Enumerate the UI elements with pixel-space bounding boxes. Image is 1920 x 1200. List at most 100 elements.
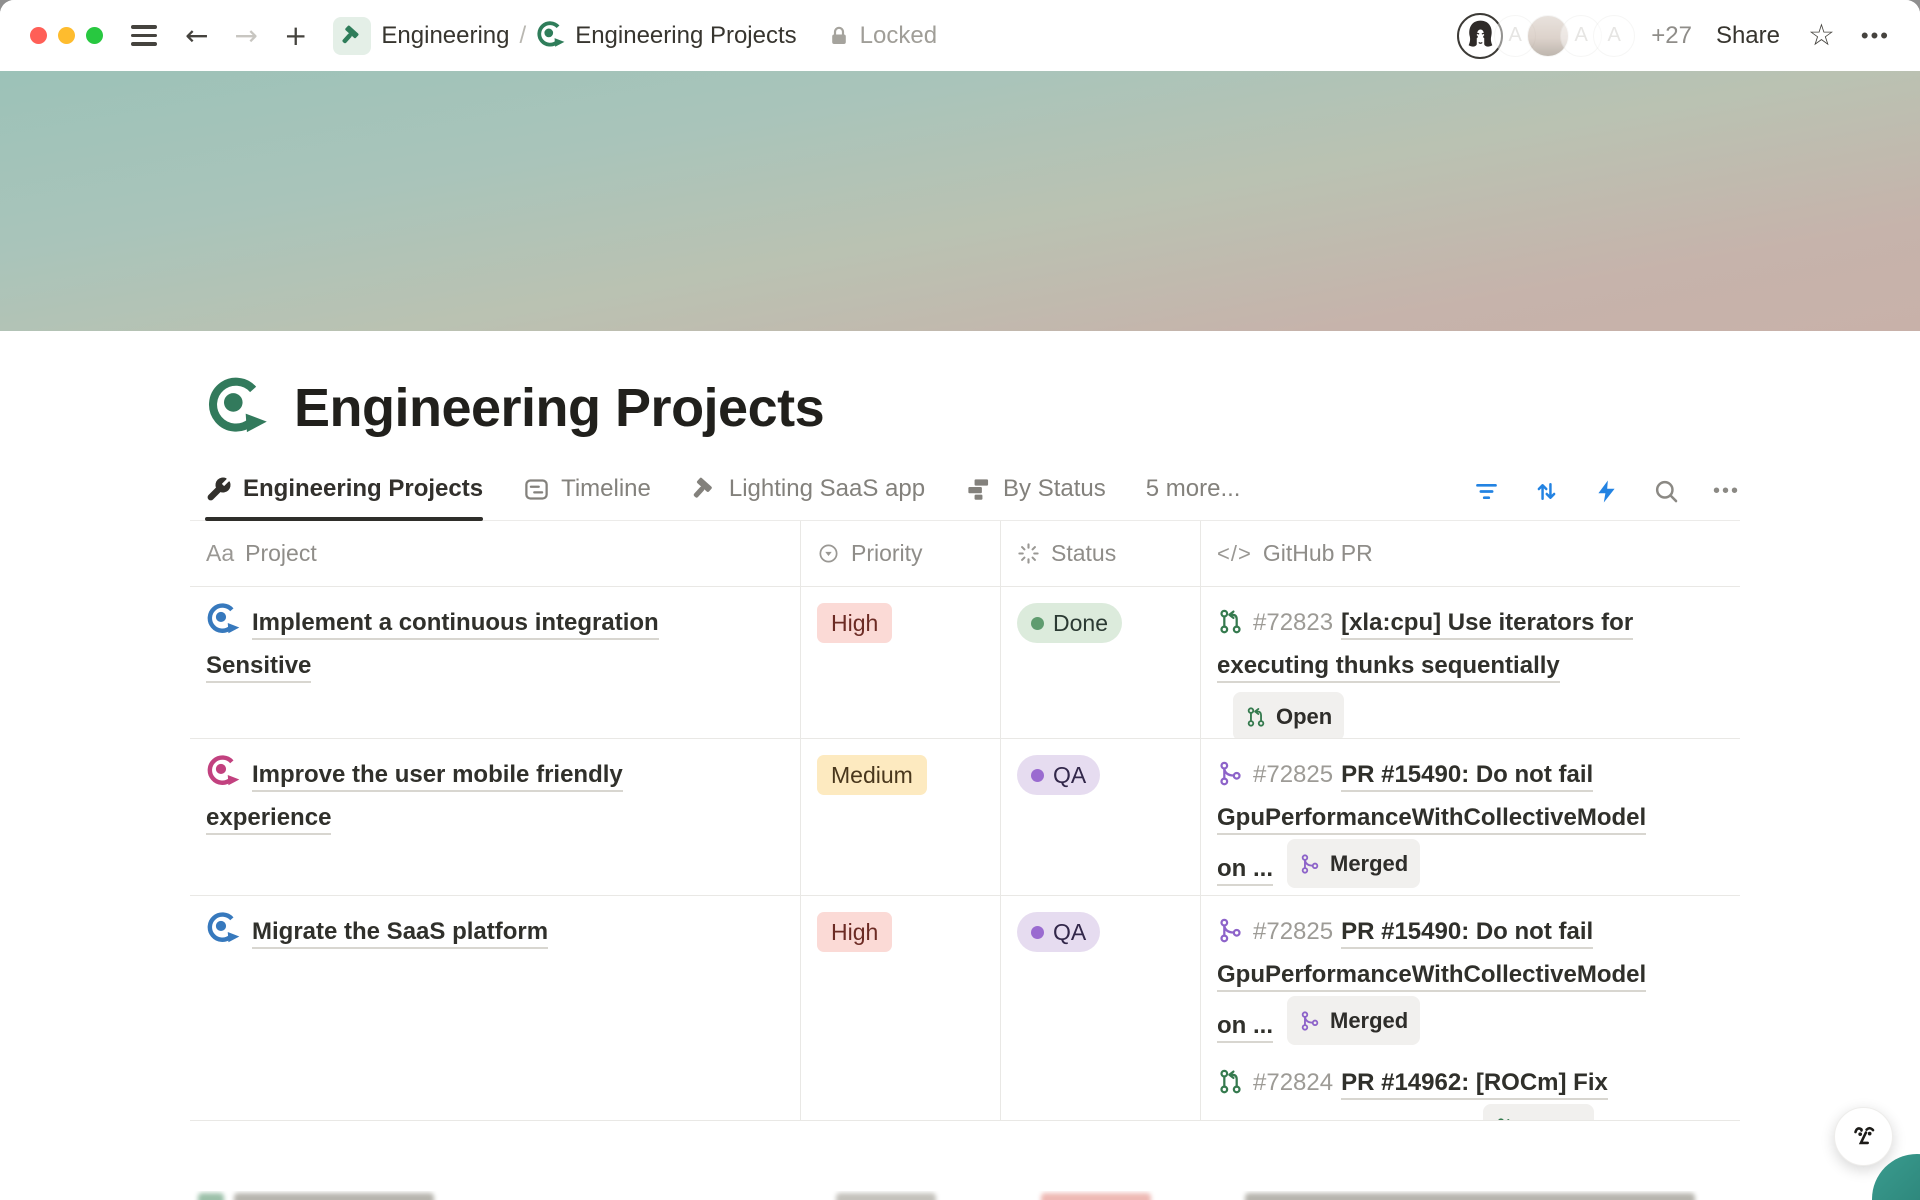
pr-link[interactable]: GpuPerformanceWithCollectiveModel xyxy=(1217,804,1646,835)
table-row: Migrate the SaaS platform High QA #72825… xyxy=(190,896,1740,1121)
search-icon[interactable] xyxy=(1653,478,1680,505)
pr-state-badge[interactable]: Merged xyxy=(1287,996,1420,1045)
page-header: Engineering Projects xyxy=(206,377,1740,439)
priority-tag: High xyxy=(817,912,892,952)
pr-merged-icon xyxy=(1299,853,1321,875)
table-more-icon[interactable]: ••• xyxy=(1713,480,1740,503)
priority-tag: Medium xyxy=(817,755,927,795)
pr-link[interactable]: on ... xyxy=(1217,855,1273,886)
github-pr-cell[interactable]: #72823[xla:cpu] Use iterators for execut… xyxy=(1200,587,1740,739)
status-dot xyxy=(1031,769,1044,782)
pr-link[interactable]: PR #15490: Do not fail xyxy=(1341,918,1593,949)
column-header-github-pr[interactable]: </> GitHub PR xyxy=(1200,521,1740,586)
automation-bolt-icon[interactable] xyxy=(1593,478,1620,505)
clipped-tag xyxy=(1041,1193,1151,1200)
teamspace-hammer-icon[interactable] xyxy=(333,17,371,55)
sort-icon[interactable] xyxy=(1533,478,1560,505)
column-header-status[interactable]: Status xyxy=(1000,521,1200,586)
view-tabs: Engineering Projects Timeline Lighting S… xyxy=(190,463,1740,521)
pr-merged-icon xyxy=(1217,915,1244,942)
tab-more-views[interactable]: 5 more... xyxy=(1146,463,1241,520)
avatar-overflow-count[interactable]: +27 xyxy=(1651,22,1692,50)
tab-label: Timeline xyxy=(561,475,651,503)
table-header-row: Aa Project Priority Status </> GitHub PR xyxy=(190,521,1740,587)
pr-merged-icon xyxy=(1299,1010,1321,1032)
pr-state-badge[interactable]: Open xyxy=(1233,692,1344,739)
forward-button[interactable]: → xyxy=(234,22,257,50)
tab-timeline[interactable]: Timeline xyxy=(523,463,651,520)
pr-open-icon xyxy=(1217,606,1244,633)
page-title[interactable]: Engineering Projects xyxy=(294,377,824,439)
board-icon xyxy=(965,476,992,503)
pr-open-icon xyxy=(1217,1066,1244,1093)
status-cell[interactable]: QA xyxy=(1000,739,1200,895)
notion-ai-button[interactable] xyxy=(1834,1107,1893,1166)
pr-link[interactable]: on ... xyxy=(1217,1012,1273,1043)
project-link[interactable]: Improve the user mobile friendly xyxy=(252,761,623,792)
status-dot xyxy=(1031,617,1044,630)
project-link[interactable]: Migrate the SaaS platform xyxy=(252,918,548,949)
page-cycle-icon[interactable] xyxy=(206,377,268,439)
hammer-icon xyxy=(691,476,718,503)
status-cell[interactable]: Done xyxy=(1000,587,1200,739)
tab-label: Engineering Projects xyxy=(243,475,483,503)
project-cycle-icon xyxy=(206,755,240,789)
new-page-button[interactable]: + xyxy=(284,22,307,50)
minimize-window-button[interactable] xyxy=(58,27,75,44)
priority-cell[interactable]: High xyxy=(800,896,1000,1121)
back-button[interactable]: ← xyxy=(185,22,208,50)
project-link[interactable]: Implement a continuous integration xyxy=(252,609,659,640)
column-header-priority[interactable]: Priority xyxy=(800,521,1000,586)
status-type-icon xyxy=(1017,542,1040,565)
zoom-window-button[interactable] xyxy=(86,27,103,44)
more-options-icon[interactable]: ••• xyxy=(1861,23,1890,49)
avatar-stack: A A A xyxy=(1457,13,1635,59)
filter-icon[interactable] xyxy=(1473,478,1500,505)
column-header-project[interactable]: Aa Project xyxy=(190,521,800,586)
pr-link[interactable]: executing thunks sequentially xyxy=(1217,652,1560,683)
column-label: Project xyxy=(245,540,317,567)
pr-link[interactable]: PR #14962: [ROCm] Fix xyxy=(1341,1069,1608,1100)
toolbar-right: A A A +27 Share ☆ ••• xyxy=(1457,13,1890,59)
column-label: GitHub PR xyxy=(1263,540,1373,567)
github-pr-cell[interactable]: #72825PR #15490: Do not fail GpuPerforma… xyxy=(1200,739,1740,895)
breadcrumb-teamspace[interactable]: Engineering xyxy=(381,22,509,50)
project-cell[interactable]: Migrate the SaaS platform xyxy=(190,896,800,1121)
pr-entry: #72825PR #15490: Do not fail GpuPerforma… xyxy=(1217,753,1730,890)
priority-cell[interactable]: Medium xyxy=(800,739,1000,895)
priority-tag: High xyxy=(817,603,892,643)
avatar[interactable]: A xyxy=(1593,15,1635,57)
github-pr-cell[interactable]: #72825PR #15490: Do not fail GpuPerforma… xyxy=(1200,896,1740,1121)
tab-by-status[interactable]: By Status xyxy=(965,463,1106,520)
tab-label: By Status xyxy=(1003,475,1106,503)
pr-state-badge[interactable]: Open xyxy=(1483,1104,1594,1122)
pr-link[interactable]: [xla:cpu] Use iterators for xyxy=(1341,609,1633,640)
table-row: Implement a continuous integration Sensi… xyxy=(190,587,1740,739)
project-cell[interactable]: Improve the user mobile friendly experie… xyxy=(190,739,800,895)
project-link[interactable]: Sensitive xyxy=(206,652,311,683)
select-type-icon xyxy=(817,542,840,565)
pr-link[interactable]: GpuPerformanceWithCollectiveModel xyxy=(1217,961,1646,992)
tab-lighting-saas-app[interactable]: Lighting SaaS app xyxy=(691,463,925,520)
cover-image[interactable] xyxy=(0,71,1920,331)
tab-label: Lighting SaaS app xyxy=(729,475,925,503)
pr-open-icon xyxy=(1245,706,1267,728)
close-window-button[interactable] xyxy=(30,27,47,44)
page-cycle-icon xyxy=(536,21,565,50)
priority-cell[interactable]: High xyxy=(800,587,1000,739)
tab-engineering-projects[interactable]: Engineering Projects xyxy=(205,463,483,520)
ai-face-icon xyxy=(1847,1120,1881,1154)
share-button[interactable]: Share xyxy=(1716,22,1780,50)
status-cell[interactable]: QA xyxy=(1000,896,1200,1121)
pr-link[interactable]: an issue with Softmax xyxy=(1217,1119,1469,1121)
pr-link[interactable]: PR #15490: Do not fail xyxy=(1341,761,1593,792)
project-cell[interactable]: Implement a continuous integration Sensi… xyxy=(190,587,800,739)
favorite-star-icon[interactable]: ☆ xyxy=(1808,18,1835,53)
pr-state-badge[interactable]: Merged xyxy=(1287,839,1420,888)
locked-indicator[interactable]: Locked xyxy=(827,22,937,50)
breadcrumb-page[interactable]: Engineering Projects xyxy=(575,22,796,50)
project-link[interactable]: experience xyxy=(206,804,331,835)
sidebar-menu-icon[interactable] xyxy=(131,25,157,46)
locked-label: Locked xyxy=(860,22,937,50)
project-cycle-icon xyxy=(206,912,240,946)
